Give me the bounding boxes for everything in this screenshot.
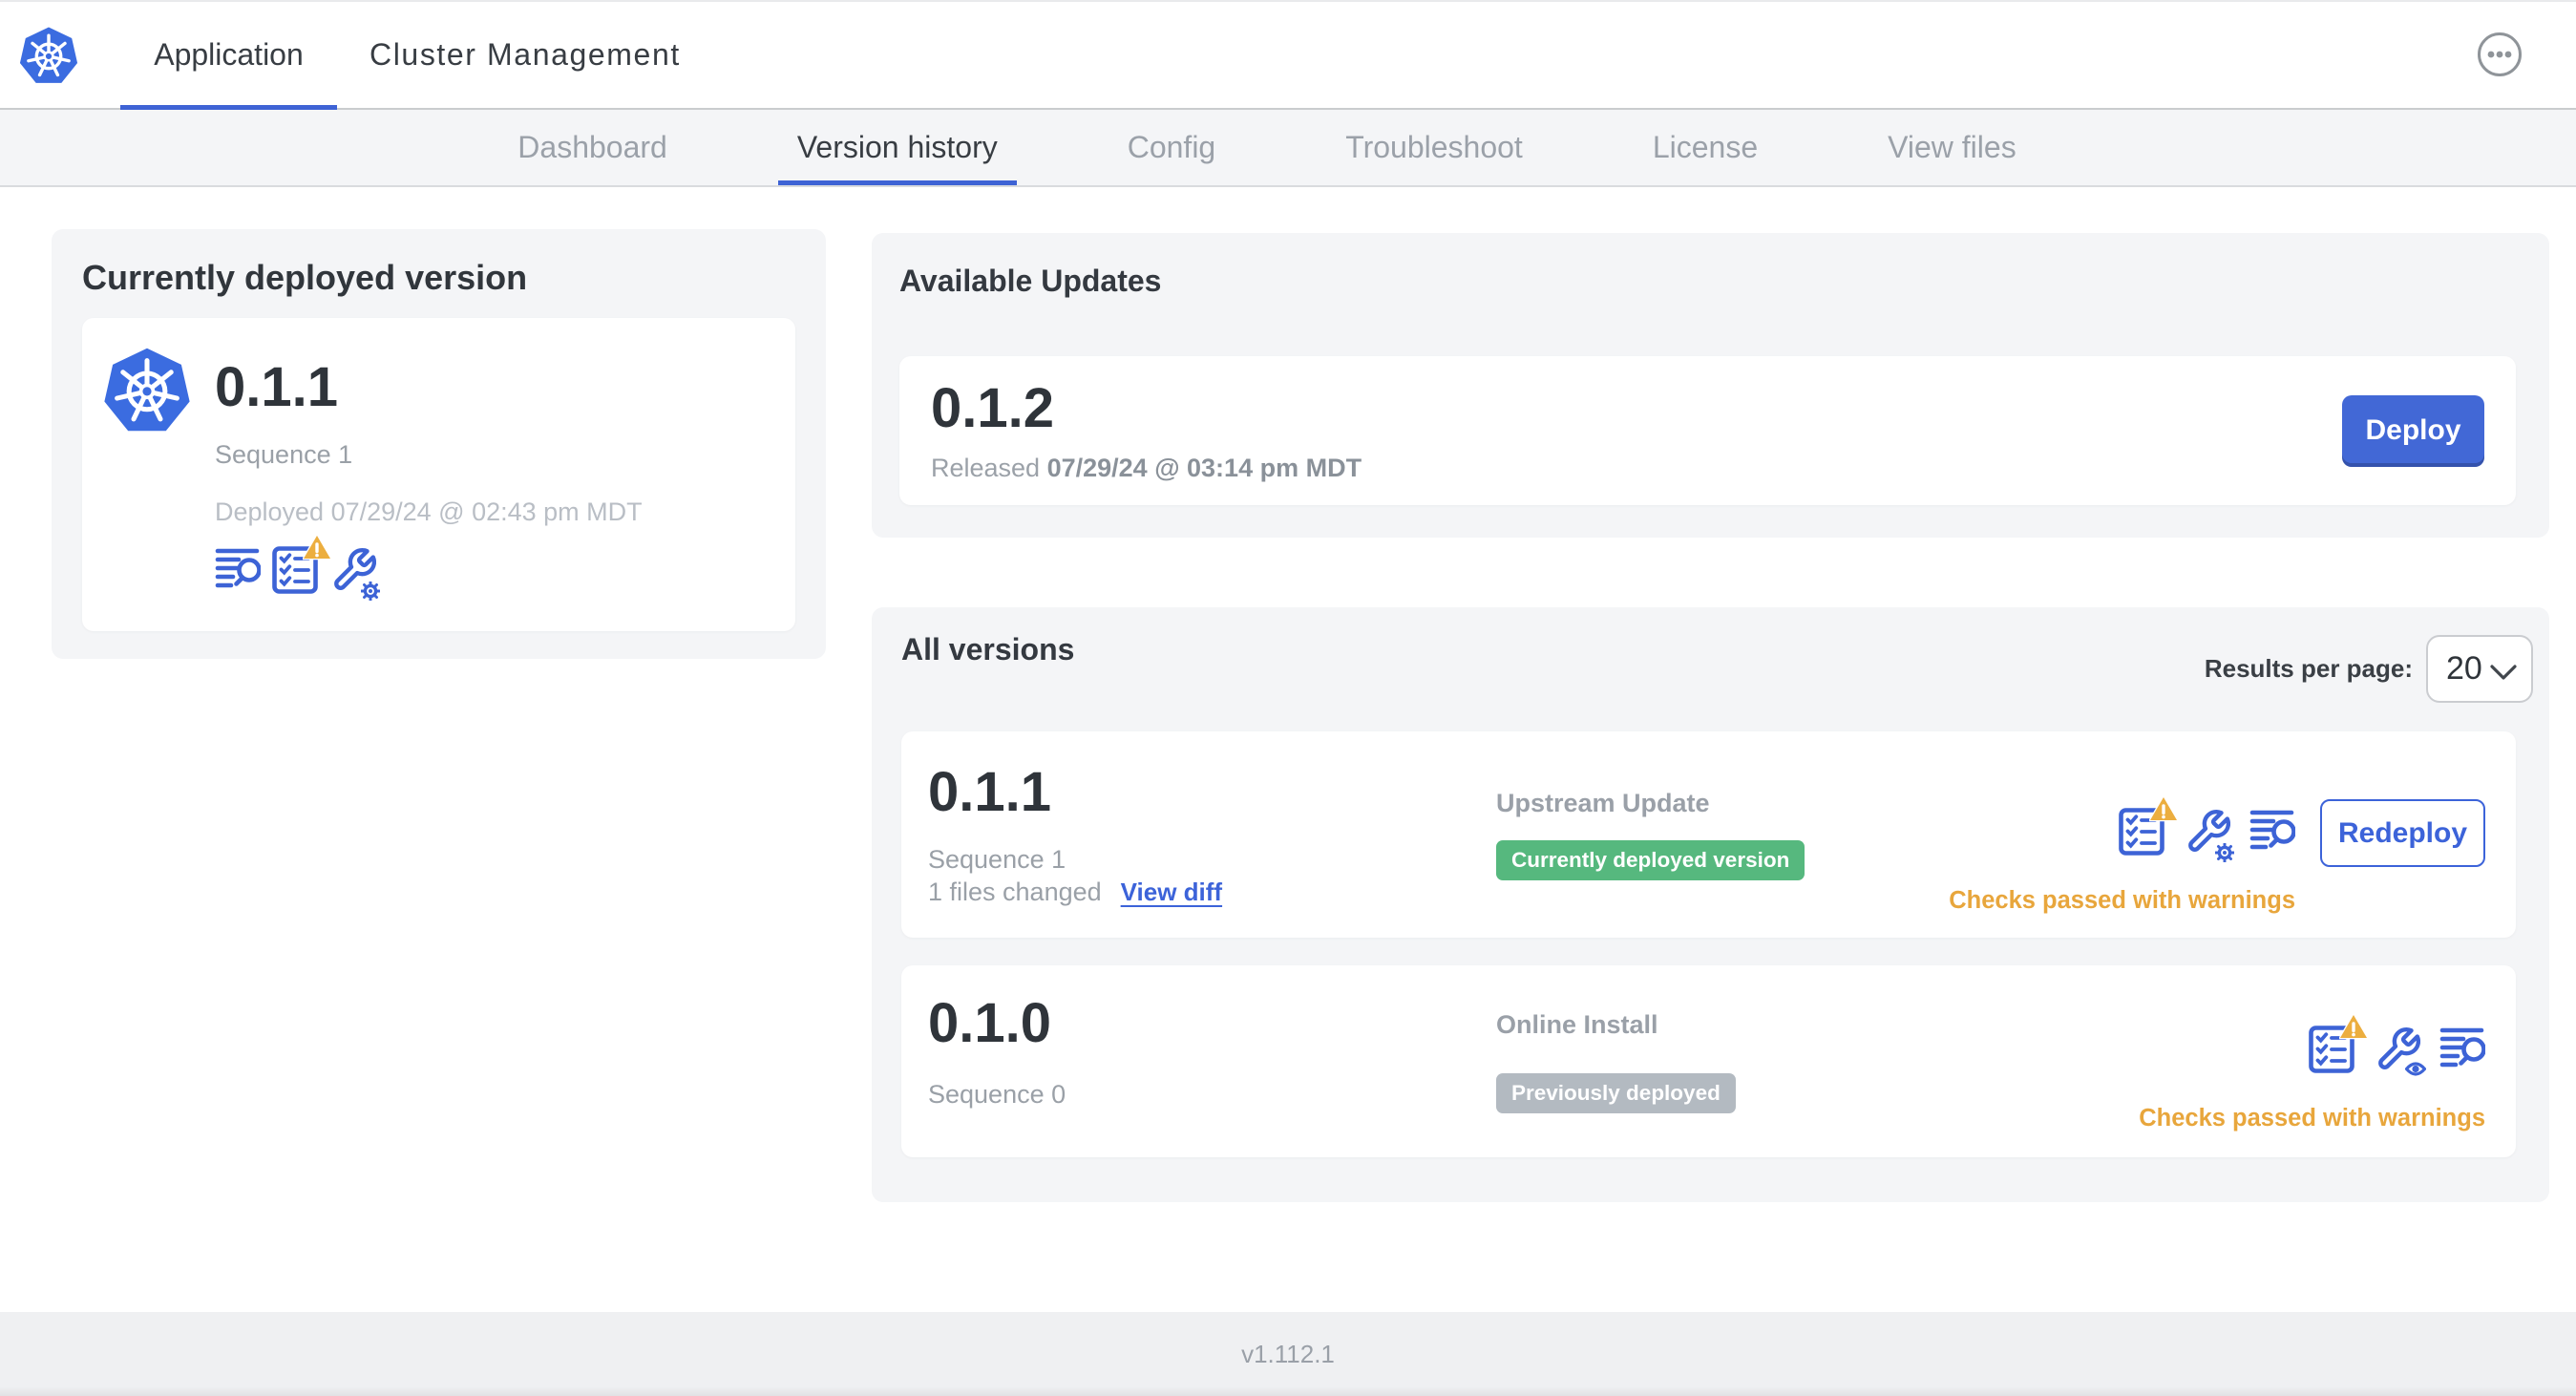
config-eye-icon <box>2405 1062 2426 1076</box>
config-gear-icon <box>361 582 380 601</box>
row-release-type: Upstream Update <box>1496 789 1710 817</box>
app-tabs-bar: Dashboard Version history Config Trouble… <box>0 110 2576 187</box>
update-released-line: Released 07/29/24 @ 03:14 pm MDT <box>931 454 1362 483</box>
version-row-0-1-0: 0.1.0 Sequence 0 Online Install Previous… <box>901 965 2516 1157</box>
all-versions-title: All versions <box>901 632 1075 666</box>
current-version-number: 0.1.1 <box>215 356 338 418</box>
preflight-warning-icon <box>2339 1013 2368 1040</box>
row-version-number: 0.1.1 <box>928 761 1051 823</box>
tab-dashboard[interactable]: Dashboard <box>498 110 686 185</box>
deploy-button[interactable]: Deploy <box>2342 394 2484 467</box>
topnav-tab-cluster-management[interactable]: Cluster Management <box>337 2 713 108</box>
tab-config[interactable]: Config <box>1109 110 1235 185</box>
chevron-down-icon <box>2490 665 2517 680</box>
tab-license-label: License <box>1652 130 1759 164</box>
view-diff-icon[interactable] <box>2249 808 2295 857</box>
row-sequence: Sequence 1 <box>928 845 1066 874</box>
row-version-number: 0.1.0 <box>928 992 1051 1054</box>
edit-config-icon[interactable] <box>2185 808 2234 862</box>
preflight-checks-icon[interactable] <box>2309 1013 2368 1078</box>
row-release-type: Online Install <box>1496 1010 1658 1039</box>
tab-license[interactable]: License <box>1634 110 1777 185</box>
topnav-tab-cluster-management-label: Cluster Management <box>370 37 681 72</box>
tab-version-history-label: Version history <box>796 130 998 164</box>
released-label: Released <box>931 453 1041 482</box>
view-diff-link[interactable]: View diff <box>1121 878 1222 907</box>
tab-dashboard-label: Dashboard <box>517 130 667 164</box>
config-gear-icon <box>2215 843 2234 862</box>
available-update-card: 0.1.2 Released 07/29/24 @ 03:14 pm MDT D… <box>899 356 2516 505</box>
results-per-page-value: 20 <box>2446 650 2482 687</box>
tab-troubleshoot-label: Troubleshoot <box>1345 130 1523 164</box>
view-diff-icon[interactable] <box>215 546 261 595</box>
currently-deployed-card: 0.1.1 Sequence 1 Deployed 07/29/24 @ 02:… <box>82 318 795 631</box>
footer: v1.112.1 <box>0 1312 2576 1396</box>
tab-config-label: Config <box>1127 130 1216 164</box>
redeploy-button[interactable]: Redeploy <box>2320 799 2485 867</box>
current-deployed-timestamp: Deployed 07/29/24 @ 02:43 pm MDT <box>215 497 643 526</box>
row-sequence: Sequence 0 <box>928 1080 1066 1109</box>
results-per-page-label: Results per page: <box>2204 654 2413 683</box>
version-row-0-1-1: 0.1.1 Sequence 1 1 files changed View di… <box>901 731 2516 938</box>
current-sequence: Sequence 1 <box>215 440 353 469</box>
preflight-checks-icon[interactable] <box>272 534 331 599</box>
preflight-warning-icon <box>303 534 331 561</box>
top-nav-bar: Application Cluster Management <box>0 2 2576 110</box>
row-checks-status: Checks passed with warnings <box>1949 887 2295 914</box>
overflow-menu-icon[interactable] <box>2477 32 2523 77</box>
view-config-icon[interactable] <box>2375 1026 2426 1078</box>
all-versions-panel: All versions Results per page: 20 0.1.1 … <box>872 607 2549 1202</box>
results-per-page-select[interactable]: 20 <box>2426 635 2533 703</box>
topnav-tab-application[interactable]: Application <box>120 2 337 110</box>
console-version: v1.112.1 <box>1241 1339 1335 1368</box>
row-status-badge: Currently deployed version <box>1496 840 1805 880</box>
available-updates-panel: Available Updates 0.1.2 Released 07/29/2… <box>872 233 2549 538</box>
kubernetes-logo-icon <box>19 25 78 85</box>
row-status-badge: Previously deployed <box>1496 1073 1736 1113</box>
released-timestamp: 07/29/24 @ 03:14 pm MDT <box>1046 453 1362 482</box>
preflight-checks-icon[interactable] <box>2119 795 2178 860</box>
row-checks-status: Checks passed with warnings <box>2139 1105 2485 1132</box>
tab-view-files[interactable]: View files <box>1869 110 2036 185</box>
tab-troubleshoot[interactable]: Troubleshoot <box>1326 110 1542 185</box>
tab-version-history[interactable]: Version history <box>777 110 1017 185</box>
app-logo-icon <box>103 345 191 435</box>
preflight-warning-icon <box>2149 795 2178 822</box>
view-diff-icon[interactable] <box>2439 1026 2485 1074</box>
currently-deployed-title: Currently deployed version <box>82 258 528 297</box>
topnav-tab-application-label: Application <box>154 37 304 72</box>
update-version-number: 0.1.2 <box>931 376 1054 439</box>
currently-deployed-panel: Currently deployed version 0.1.1 Sequenc… <box>52 229 826 659</box>
available-updates-title: Available Updates <box>899 264 1162 298</box>
row-files-changed: 1 files changed <box>928 878 1102 906</box>
tab-view-files-label: View files <box>1888 130 2016 164</box>
edit-config-icon[interactable] <box>330 546 380 601</box>
